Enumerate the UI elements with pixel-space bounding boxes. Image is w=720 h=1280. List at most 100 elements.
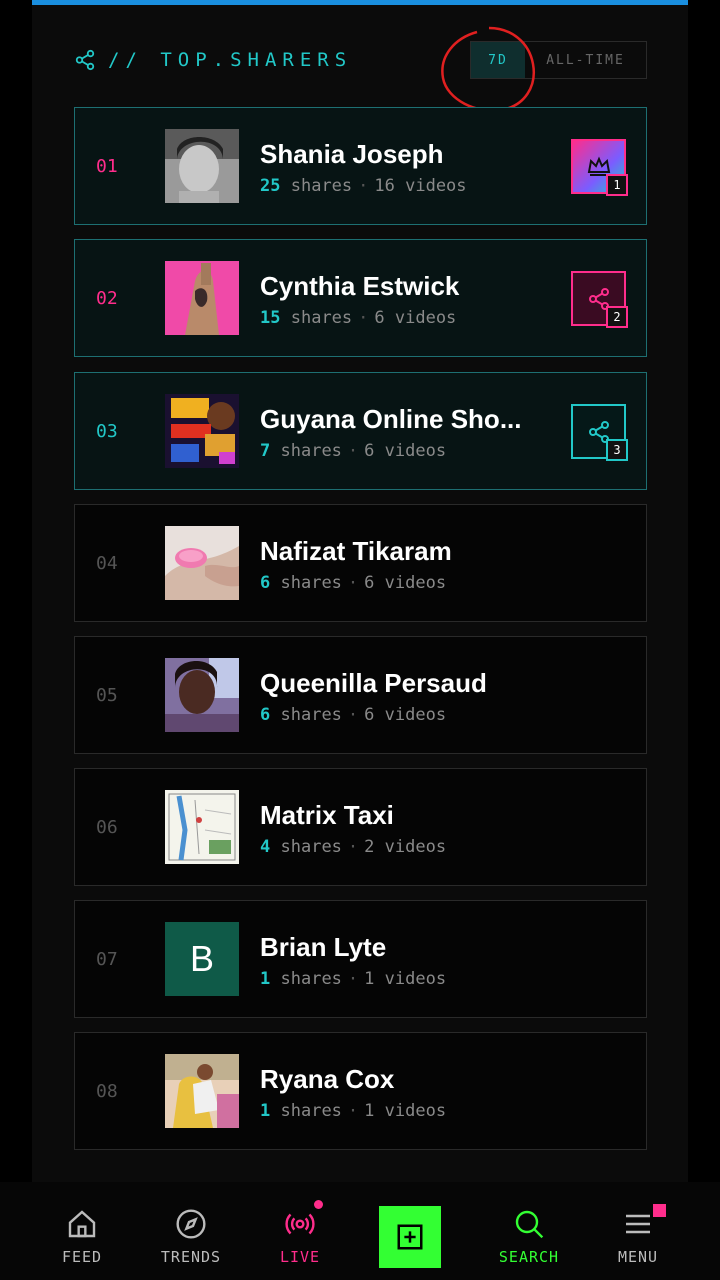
top-accent-bar <box>32 0 688 5</box>
nav-menu[interactable]: MENU <box>588 1182 688 1280</box>
badge-number: 3 <box>606 439 628 461</box>
avatar[interactable] <box>165 1054 239 1128</box>
video-count: 16 videos <box>374 176 467 196</box>
rank-number: 07 <box>96 948 118 970</box>
nav-label: FEED <box>61 1248 103 1266</box>
share-count: 6 <box>260 573 271 593</box>
sharer-name[interactable]: Ryana Cox <box>260 1064 394 1095</box>
sharer-name[interactable]: Guyana Online Sho... <box>260 404 522 435</box>
home-icon <box>68 1210 96 1238</box>
separator-dot: · <box>347 1101 359 1121</box>
avatar-initial: B <box>189 938 214 979</box>
sharer-name[interactable]: Shania Joseph <box>260 139 444 170</box>
nav-label: MENU <box>617 1248 659 1266</box>
avatar[interactable]: B <box>165 922 239 996</box>
video-count: 6 videos <box>364 573 447 593</box>
share-count: 4 <box>260 837 271 857</box>
hamburger-menu-icon <box>626 1214 650 1234</box>
avatar[interactable] <box>165 129 239 203</box>
rank-number: 06 <box>96 816 118 838</box>
nav-feed[interactable]: FEED <box>32 1182 132 1280</box>
rank-number: 08 <box>96 1080 118 1102</box>
shares-label: shares <box>290 176 353 196</box>
period-toggle: 7D ALL-TIME <box>470 41 647 79</box>
search-icon <box>515 1210 544 1239</box>
sharer-name[interactable]: Brian Lyte <box>260 932 386 963</box>
nav-label: TRENDS <box>160 1248 222 1266</box>
avatar[interactable] <box>165 394 239 468</box>
badge-number: 1 <box>606 174 628 196</box>
share-count: 1 <box>260 969 271 989</box>
sharer-stats: 25 shares · 16 videos <box>260 176 467 196</box>
sharer-stats: 1 shares · 1 videos <box>260 969 446 989</box>
video-count: 6 videos <box>374 308 457 328</box>
separator-dot: · <box>347 969 359 989</box>
share-icon <box>75 49 95 71</box>
shares-label: shares <box>280 969 342 989</box>
rank-number: 02 <box>96 287 118 309</box>
leaderboard-row[interactable]: 06 Matrix Taxi 4 shares · 2 videos <box>74 768 647 886</box>
nav-live[interactable]: LIVE <box>250 1182 350 1280</box>
video-count: 6 videos <box>364 441 447 461</box>
notification-badge <box>653 1204 666 1217</box>
sharer-stats: 4 shares · 2 videos <box>260 837 446 857</box>
sharer-name[interactable]: Cynthia Estwick <box>260 271 459 302</box>
separator-dot: · <box>347 837 359 857</box>
shares-label: shares <box>280 573 342 593</box>
shares-label: shares <box>280 837 342 857</box>
compass-icon <box>176 1209 206 1239</box>
avatar[interactable] <box>165 261 239 335</box>
crown-icon <box>587 156 611 176</box>
nav-label: LIVE <box>279 1248 321 1266</box>
sharer-stats: 7 shares · 6 videos <box>260 441 446 461</box>
plus-square-icon <box>397 1224 423 1250</box>
leaderboard-row[interactable]: 02 Cynthia Estwick 15 shares · 6 videos 2 <box>74 239 647 357</box>
share-count: 7 <box>260 441 271 461</box>
nav-label: SEARCH <box>498 1248 560 1266</box>
sharer-name[interactable]: Matrix Taxi <box>260 800 394 831</box>
shares-label: shares <box>290 308 353 328</box>
share-count: 25 <box>260 176 281 196</box>
rank-badge: 3 <box>571 404 628 461</box>
sharer-stats: 15 shares · 6 videos <box>260 308 456 328</box>
rank-number: 01 <box>96 155 118 177</box>
avatar[interactable] <box>165 526 239 600</box>
sharer-stats: 1 shares · 1 videos <box>260 1101 446 1121</box>
nav-search[interactable]: SEARCH <box>479 1182 579 1280</box>
section-header: // TOP.SHARERS <box>74 44 352 76</box>
sharer-name[interactable]: Queenilla Persaud <box>260 668 487 699</box>
leaderboard-row[interactable]: 01 Shania Joseph 25 shares · 16 videos 1 <box>74 107 647 225</box>
video-count: 1 videos <box>364 1101 447 1121</box>
leaderboard-row[interactable]: 07 B Brian Lyte 1 shares · 1 videos <box>74 900 647 1018</box>
separator-dot: · <box>347 573 359 593</box>
nav-trends[interactable]: TRENDS <box>141 1182 241 1280</box>
rank-number: 03 <box>96 420 118 442</box>
leaderboard-row[interactable]: 05 Queenilla Persaud 6 shares · 6 videos <box>74 636 647 754</box>
shares-label: shares <box>280 705 342 725</box>
rank-badge: 1 <box>571 139 628 196</box>
rank-badge: 2 <box>571 271 628 328</box>
separator-dot: · <box>358 308 369 328</box>
sharer-stats: 6 shares · 6 videos <box>260 573 446 593</box>
rank-number: 04 <box>96 552 118 574</box>
avatar[interactable] <box>165 790 239 864</box>
section-title: // TOP.SHARERS <box>108 49 353 71</box>
leaderboard-row[interactable]: 03 Guyana Online Sho... 7 shares · 6 video… <box>74 372 647 490</box>
sharer-stats: 6 shares · 6 videos <box>260 705 446 725</box>
video-count: 6 videos <box>364 705 447 725</box>
share-count: 15 <box>260 308 281 328</box>
live-indicator-dot <box>314 1200 323 1209</box>
period-7d-button[interactable]: 7D <box>471 42 525 78</box>
separator-dot: · <box>347 441 359 461</box>
video-count: 1 videos <box>364 969 447 989</box>
bottom-nav: FEED TRENDS LIVE SEARCH MENU <box>0 1182 720 1280</box>
shares-label: shares <box>280 1101 342 1121</box>
avatar[interactable] <box>165 658 239 732</box>
leaderboard-row[interactable]: 04 Nafizat Tikaram 6 shares · 6 videos <box>74 504 647 622</box>
period-all-time-button[interactable]: ALL-TIME <box>525 42 646 78</box>
sharer-name[interactable]: Nafizat Tikaram <box>260 536 452 567</box>
create-post-button[interactable] <box>379 1206 441 1268</box>
broadcast-icon <box>285 1213 315 1235</box>
leaderboard-row[interactable]: 08 Ryana Cox 1 shares · 1 videos <box>74 1032 647 1150</box>
separator-dot: · <box>347 705 359 725</box>
